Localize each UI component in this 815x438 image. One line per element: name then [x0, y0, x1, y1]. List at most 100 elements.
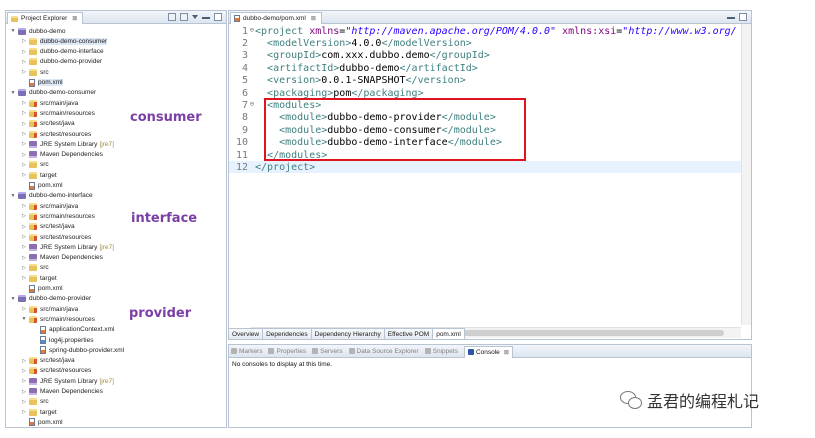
console-tab[interactable]: Properties — [268, 345, 306, 357]
expanded-arrow-icon[interactable]: ▼ — [10, 193, 16, 199]
tree-item[interactable]: ▷ target — [21, 273, 57, 283]
tree-item[interactable]: ▷ src — [21, 397, 49, 407]
minimize-icon[interactable] — [202, 13, 210, 19]
expanded-arrow-icon[interactable]: ▼ — [10, 296, 16, 302]
editor-tab-pom[interactable]: dubbo-demo/pom.xml ⊠ — [230, 12, 322, 24]
pom-tab[interactable]: Dependency Hierarchy — [311, 328, 385, 340]
project-explorer-tab[interactable]: Project Explorer ⊠ — [7, 12, 84, 24]
tree-item[interactable]: ▼ dubbo-demo-interface — [10, 191, 93, 201]
pom-tab[interactable]: pom.xml — [433, 328, 465, 340]
collapsed-arrow-icon[interactable]: ▷ — [21, 255, 27, 261]
tree-item[interactable]: ▼ src/main/resources — [21, 314, 95, 324]
tree-item[interactable]: ▷ src/main/java — [21, 98, 78, 108]
code-line[interactable]: 2 <modelVersion>4.0.0</modelVersion> — [229, 37, 741, 49]
collapsed-arrow-icon[interactable]: ▷ — [21, 69, 27, 75]
tree-item[interactable]: ▷ src/test/resources — [21, 232, 91, 242]
pom-tab[interactable]: Effective POM — [384, 328, 434, 340]
collapsed-arrow-icon[interactable]: ▷ — [21, 265, 27, 271]
collapsed-arrow-icon[interactable]: ▷ — [21, 172, 27, 178]
console-tab[interactable]: Snippets — [424, 345, 458, 357]
maximize-icon[interactable] — [214, 13, 222, 21]
collapsed-arrow-icon[interactable]: ▷ — [21, 213, 27, 219]
code-line[interactable]: 1 ⊖ <project xmlns="http://maven.apache.or… — [229, 25, 741, 37]
tree-item[interactable]: ▷ src — [21, 160, 49, 170]
code-area[interactable]: 1 ⊖ <project xmlns="http://maven.apache.or… — [229, 24, 741, 325]
collapsed-arrow-icon[interactable]: ▷ — [21, 378, 27, 384]
code-line[interactable]: 3 <groupId>com.xxx.dubbo.demo</groupId> — [229, 50, 741, 62]
minimize-icon[interactable] — [727, 13, 735, 19]
tree-item[interactable]: ▷ src/main/java — [21, 201, 78, 211]
close-icon[interactable]: ⊠ — [311, 15, 316, 22]
collapsed-arrow-icon[interactable]: ▷ — [21, 389, 27, 395]
collapsed-arrow-icon[interactable]: ▷ — [21, 121, 27, 127]
tree-item[interactable]: ▼ dubbo-demo-provider — [10, 294, 91, 304]
tree-item[interactable]: ▷ src/test/resources — [21, 129, 91, 139]
tree-item[interactable]: ▷ src — [21, 263, 49, 273]
close-icon[interactable]: ⊠ — [72, 15, 77, 22]
collapsed-arrow-icon[interactable]: ▷ — [21, 110, 27, 116]
console-tab[interactable]: Markers — [231, 345, 262, 357]
tree-item[interactable]: spring-dubbo-provider.xml — [32, 345, 124, 355]
vertical-scrollbar[interactable] — [741, 24, 751, 325]
collapsed-arrow-icon[interactable]: ▷ — [21, 275, 27, 281]
fold-icon[interactable]: ⊖ — [250, 100, 254, 108]
maximize-icon[interactable] — [739, 13, 747, 21]
collapsed-arrow-icon[interactable]: ▷ — [21, 368, 27, 374]
collapsed-arrow-icon[interactable]: ▷ — [21, 49, 27, 55]
collapsed-arrow-icon[interactable]: ▷ — [21, 162, 27, 168]
tree-item[interactable]: pom.xml — [21, 417, 63, 427]
code-line[interactable]: 4 <artifactId>dubbo-demo</artifactId> — [229, 62, 741, 74]
fold-icon[interactable]: ⊖ — [250, 26, 254, 34]
collapsed-arrow-icon[interactable]: ▷ — [21, 38, 27, 44]
tree-item[interactable]: ▷ dubbo-demo-interface — [21, 47, 104, 57]
tree-item[interactable]: ▷ Maven Dependencies — [21, 150, 103, 160]
collapsed-arrow-icon[interactable]: ▷ — [21, 203, 27, 209]
tree-item[interactable]: log4j.properties — [32, 335, 93, 345]
collapsed-arrow-icon[interactable]: ▷ — [21, 399, 27, 405]
collapsed-arrow-icon[interactable]: ▷ — [21, 131, 27, 137]
link-with-editor-icon[interactable] — [180, 13, 188, 21]
tree-item[interactable]: ▼ dubbo-demo-consumer — [10, 88, 96, 98]
tree-item[interactable]: ▷ Maven Dependencies — [21, 253, 103, 263]
collapse-all-icon[interactable] — [168, 13, 176, 21]
tree-item[interactable]: ▷ JRE System Library [jre7] — [21, 242, 114, 252]
tree-item[interactable]: ▷ JRE System Library [jre7] — [21, 139, 114, 149]
tree-item[interactable]: ▷ JRE System Library [jre7] — [21, 376, 114, 386]
tree-item[interactable]: pom.xml — [21, 284, 63, 294]
tree-item[interactable]: ▷ src/test/resources — [21, 366, 91, 376]
tree-item[interactable]: ▷ src/main/resources — [21, 108, 95, 118]
tree-item[interactable]: pom.xml — [21, 78, 63, 88]
pom-tab[interactable]: Overview — [228, 328, 264, 340]
collapsed-arrow-icon[interactable]: ▷ — [21, 358, 27, 364]
tree-item[interactable]: ▷ target — [21, 170, 57, 180]
collapsed-arrow-icon[interactable]: ▷ — [21, 224, 27, 230]
collapsed-arrow-icon[interactable]: ▷ — [21, 306, 27, 312]
collapsed-arrow-icon[interactable]: ▷ — [21, 409, 27, 415]
tree-item[interactable]: ▷ src — [21, 67, 49, 77]
tree-item[interactable]: applicationContext.xml — [32, 325, 114, 335]
tree-item[interactable]: ▷ src/test/java — [21, 119, 75, 129]
collapsed-arrow-icon[interactable]: ▷ — [21, 152, 27, 158]
expanded-arrow-icon[interactable]: ▼ — [10, 90, 16, 96]
tree-item[interactable]: ▷ dubbo-demo-consumer — [21, 36, 108, 46]
collapsed-arrow-icon[interactable]: ▷ — [21, 244, 27, 250]
console-tab[interactable]: Console ⊠ — [463, 345, 513, 358]
expanded-arrow-icon[interactable]: ▼ — [10, 28, 16, 34]
code-line[interactable]: 5 <version>0.0.1-SNAPSHOT</version> — [229, 75, 741, 87]
tree-item[interactable]: ▷ src/test/java — [21, 222, 75, 232]
collapsed-arrow-icon[interactable]: ▷ — [21, 100, 27, 106]
tree-item[interactable]: ▼ dubbo-demo — [10, 26, 66, 36]
code-line[interactable]: 12 </project> — [229, 161, 741, 174]
pom-tab[interactable]: Dependencies — [263, 328, 312, 340]
expanded-arrow-icon[interactable]: ▼ — [21, 316, 27, 322]
collapsed-arrow-icon[interactable]: ▷ — [21, 234, 27, 240]
tree-item[interactable]: ▷ target — [21, 407, 57, 417]
tree-item[interactable]: pom.xml — [21, 181, 63, 191]
collapsed-arrow-icon[interactable]: ▷ — [21, 59, 27, 65]
view-menu-icon[interactable] — [192, 15, 198, 19]
collapsed-arrow-icon[interactable]: ▷ — [21, 141, 27, 147]
console-tab[interactable]: Data Source Explorer — [348, 345, 419, 357]
tree-item[interactable]: ▷ src/main/java — [21, 304, 78, 314]
tree-item[interactable]: ▷ src/test/java — [21, 356, 75, 366]
tree-item[interactable]: ▷ Maven Dependencies — [21, 387, 103, 397]
